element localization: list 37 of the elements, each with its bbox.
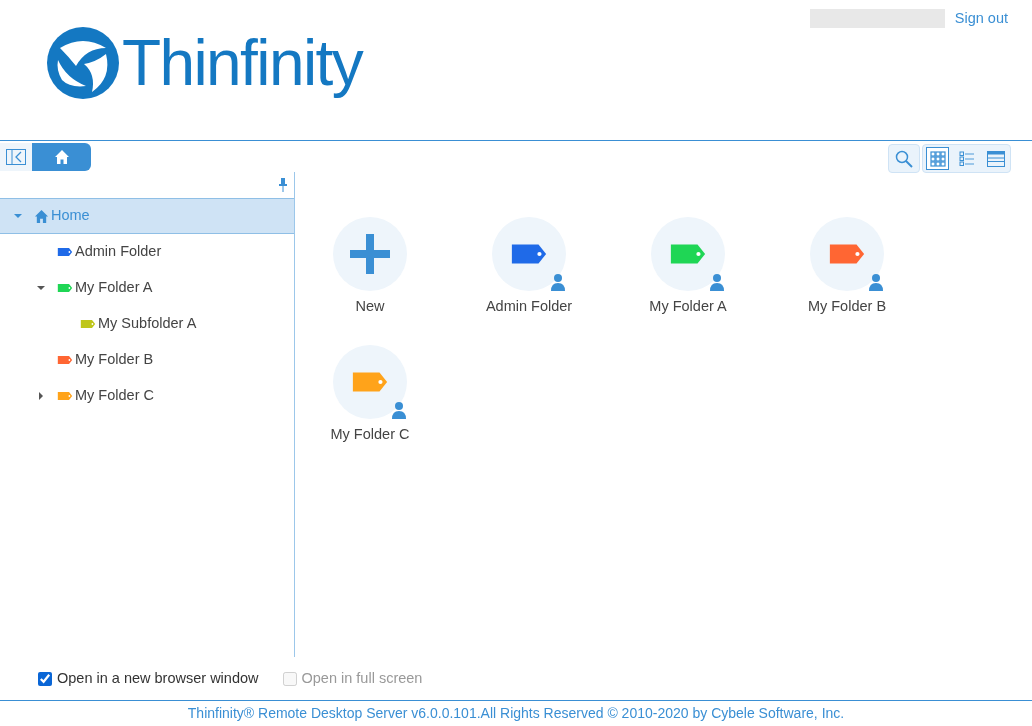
checkbox[interactable]: [38, 671, 52, 686]
list-view-icon: [958, 150, 975, 167]
grid-view-icon: [929, 150, 946, 167]
tree-label: My Folder B: [75, 350, 154, 370]
search-icon: [895, 149, 913, 168]
checkbox-label: Open in full screen: [301, 668, 423, 688]
tree-label: My Folder A: [75, 278, 153, 298]
view-toggle-button[interactable]: [926, 147, 949, 170]
logo-icon: [46, 26, 120, 100]
expand-arrow-icon[interactable]: [37, 392, 45, 400]
collapse-arrow-icon[interactable]: [37, 284, 45, 292]
home-tab[interactable]: [32, 142, 91, 171]
pin-icon[interactable]: [279, 178, 287, 192]
collapse-sidebar-icon: [6, 148, 26, 165]
search-button[interactable]: [888, 144, 920, 173]
item-label: New: [355, 297, 385, 316]
item-label: My Folder B: [807, 297, 887, 316]
tree-item[interactable]: My Folder C: [0, 378, 294, 414]
collapse-sidebar-button[interactable]: [0, 142, 32, 171]
tree-label: Home: [51, 206, 90, 226]
tree-item[interactable]: My Subfolder A: [0, 306, 294, 342]
item-label: My Folder C: [330, 424, 410, 444]
checkbox-label: Open in a new browser window: [57, 668, 259, 688]
table-view-icon: [986, 150, 1005, 167]
tree-item[interactable]: My Folder A: [0, 270, 294, 306]
item-label: My Folder A: [649, 297, 727, 316]
tree-item[interactable]: My Folder B: [0, 342, 294, 378]
sign-out-link[interactable]: Sign out: [954, 8, 1008, 30]
copyright-text: Thinfinity® Remote Desktop Server v6.0.0.101.All Rights Reserved © 2010-2020 by Cybele Software, Inc.: [187, 704, 845, 723]
item-label: Admin Folder: [485, 297, 573, 316]
tree-item[interactable]: Admin Folder: [0, 234, 294, 270]
tree-label: My Subfolder A: [98, 314, 197, 334]
tree-label: My Folder C: [75, 386, 154, 406]
tree-label: Admin Folder: [75, 242, 162, 262]
home-icon: [53, 148, 70, 165]
home-icon: [34, 208, 49, 224]
plus-icon: [350, 234, 390, 274]
